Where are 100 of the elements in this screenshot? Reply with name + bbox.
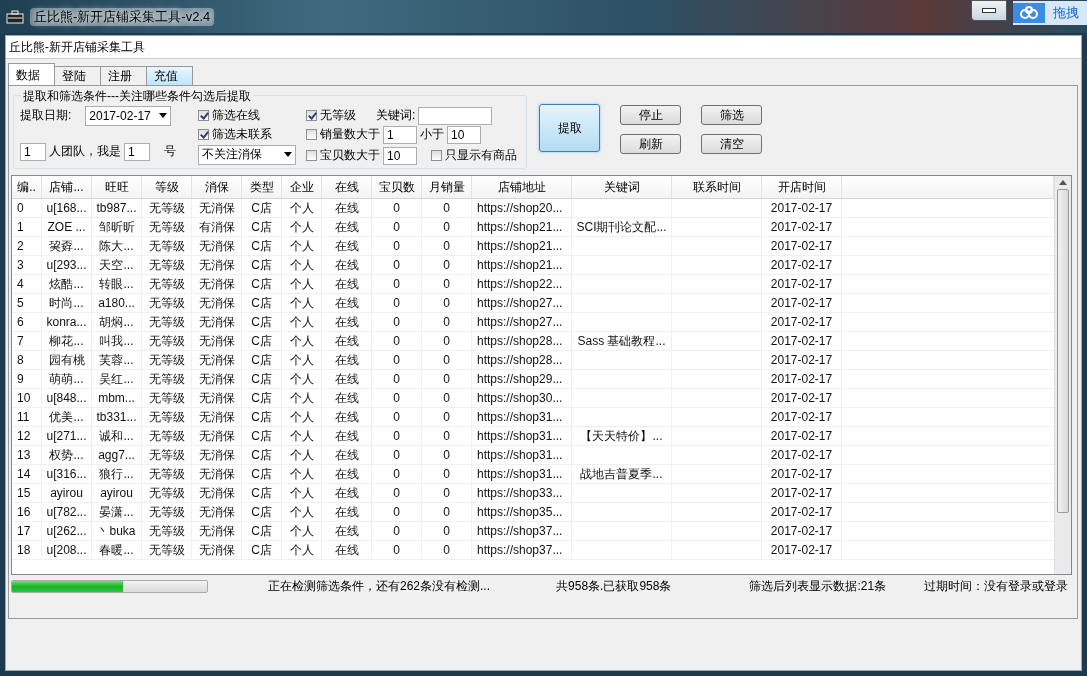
table-cell: ayirou bbox=[100, 486, 133, 500]
table-cell: 柳花... bbox=[49, 334, 84, 348]
table-cell: 无等级 bbox=[148, 391, 185, 405]
table-cell: https://shop31... bbox=[477, 467, 563, 481]
column-header[interactable]: 关键词 bbox=[572, 176, 672, 198]
table-cell: 14 bbox=[17, 467, 31, 481]
table-cell: 丶buka bbox=[97, 524, 136, 538]
action-button[interactable]: 筛选 bbox=[701, 105, 762, 125]
tab[interactable]: 登陆 bbox=[54, 66, 101, 85]
action-button[interactable]: 清空 bbox=[701, 134, 762, 154]
table-cell: C店 bbox=[251, 353, 272, 367]
table-cell: https://shop33... bbox=[477, 486, 563, 500]
table-cell: 0 bbox=[393, 201, 400, 215]
column-header[interactable]: 旺旺 bbox=[92, 176, 142, 198]
cloud-icon bbox=[1013, 2, 1045, 23]
table-cell: 无消保 bbox=[198, 505, 235, 519]
column-header[interactable]: 店铺... bbox=[42, 176, 92, 198]
date-dropdown[interactable]: 2017-02-17 bbox=[85, 105, 172, 126]
cloud-upload-widget[interactable]: 拖拽 bbox=[1013, 0, 1087, 25]
table-cell: 0 bbox=[443, 391, 450, 405]
table-cell: 无消保 bbox=[198, 315, 235, 329]
table-cell: 2017-02-17 bbox=[770, 353, 833, 367]
table-cell: 0 bbox=[393, 505, 400, 519]
checkbox[interactable]: 只显示有商品 bbox=[431, 147, 517, 164]
table-cell: agg7... bbox=[98, 448, 135, 462]
table-cell: 在线 bbox=[334, 429, 359, 443]
column-header[interactable]: 在线 bbox=[322, 176, 372, 198]
table-cell: 2017-02-17 bbox=[770, 334, 833, 348]
briefcase-icon bbox=[6, 9, 24, 24]
table-cell: 无消保 bbox=[198, 353, 235, 367]
checkbox[interactable]: 销量数大于 bbox=[306, 126, 380, 143]
table-cell: C店 bbox=[251, 391, 272, 405]
table-cell: C店 bbox=[251, 505, 272, 519]
table-cell: 无等级 bbox=[148, 277, 185, 291]
table-cell: 0 bbox=[443, 429, 450, 443]
table-cell: 个人 bbox=[289, 524, 314, 538]
table-cell: 0 bbox=[393, 543, 400, 557]
vertical-scrollbar[interactable] bbox=[1054, 176, 1071, 574]
minimize-button[interactable] bbox=[971, 0, 1007, 21]
table-cell: 0 bbox=[443, 410, 450, 424]
tab[interactable]: 注册 bbox=[100, 66, 147, 85]
table-cell: 17 bbox=[17, 524, 31, 538]
table-cell: 狼行... bbox=[99, 467, 134, 481]
guarantee-dropdown[interactable]: 不关注消保 bbox=[198, 144, 296, 165]
caret-icon bbox=[284, 152, 292, 157]
column-header[interactable]: 联系时间 bbox=[672, 176, 762, 198]
table-cell: 无等级 bbox=[148, 334, 185, 348]
member-number-field[interactable]: 1 bbox=[124, 142, 150, 161]
table-cell: 4 bbox=[17, 277, 24, 291]
action-button[interactable]: 刷新 bbox=[620, 134, 681, 154]
keyword-field[interactable] bbox=[418, 106, 493, 125]
column-header[interactable]: 月销量 bbox=[422, 176, 472, 198]
column-header[interactable]: 消保 bbox=[192, 176, 242, 198]
team-size-field[interactable]: 1 bbox=[20, 142, 46, 161]
column-header[interactable]: 开店时间 bbox=[762, 176, 842, 198]
table-cell: 无消保 bbox=[198, 429, 235, 443]
column-header[interactable]: 店铺地址 bbox=[472, 176, 572, 198]
table-cell: 0 bbox=[393, 524, 400, 538]
table-cell: 0 bbox=[443, 524, 450, 538]
action-button[interactable]: 停止 bbox=[620, 105, 681, 125]
sales-max-field[interactable]: 10 bbox=[447, 125, 481, 144]
table-cell: 无消保 bbox=[198, 543, 235, 557]
table-cell: 叫我... bbox=[99, 334, 134, 348]
sales-min-field[interactable]: 1 bbox=[383, 125, 417, 144]
table-cell: 6 bbox=[17, 315, 24, 329]
table-cell: u[271... bbox=[46, 429, 87, 443]
table-cell: 无等级 bbox=[148, 353, 185, 367]
items-min-field[interactable]: 10 bbox=[383, 146, 417, 165]
table-cell: u[208... bbox=[46, 543, 87, 557]
table-cell: 8 bbox=[17, 353, 24, 367]
action-button[interactable]: 提取 bbox=[539, 104, 600, 152]
table-cell: 个人 bbox=[289, 467, 314, 481]
table-cell: 9 bbox=[17, 372, 24, 386]
table-cell: 2017-02-17 bbox=[770, 315, 833, 329]
table-cell: 无等级 bbox=[148, 258, 185, 272]
table-cell: 无消保 bbox=[198, 391, 235, 405]
table-cell: 在线 bbox=[334, 372, 359, 386]
column-header[interactable]: 宝贝数 bbox=[372, 176, 422, 198]
record-count: 共958条.已获取958条 bbox=[556, 577, 672, 595]
checkbox[interactable]: 筛选未联系 bbox=[198, 126, 272, 143]
column-header[interactable]: 编.. bbox=[12, 176, 42, 198]
tab[interactable]: 数据 bbox=[8, 63, 55, 85]
table-cell: 个人 bbox=[289, 353, 314, 367]
table-cell: 0 bbox=[443, 372, 450, 386]
column-header[interactable]: 企业 bbox=[282, 176, 322, 198]
tab[interactable]: 充值 bbox=[146, 66, 193, 85]
table-cell: 陈大... bbox=[99, 239, 134, 253]
table-cell: 0 bbox=[393, 467, 400, 481]
column-header[interactable]: 类型 bbox=[242, 176, 282, 198]
table-cell: C店 bbox=[251, 296, 272, 310]
table-cell: 无消保 bbox=[198, 201, 235, 215]
table-cell: 0 bbox=[443, 334, 450, 348]
column-header[interactable]: 等级 bbox=[142, 176, 192, 198]
checkbox[interactable]: 宝贝数大于 bbox=[306, 147, 380, 164]
table-cell: C店 bbox=[251, 372, 272, 386]
checkbox[interactable]: 筛选在线 bbox=[198, 107, 260, 124]
checkbox[interactable]: 无等级 bbox=[306, 107, 356, 124]
filtered-count: 筛选后列表显示数据:21条 bbox=[749, 577, 887, 595]
table-cell: 无等级 bbox=[148, 220, 185, 234]
table-cell: C店 bbox=[251, 220, 272, 234]
